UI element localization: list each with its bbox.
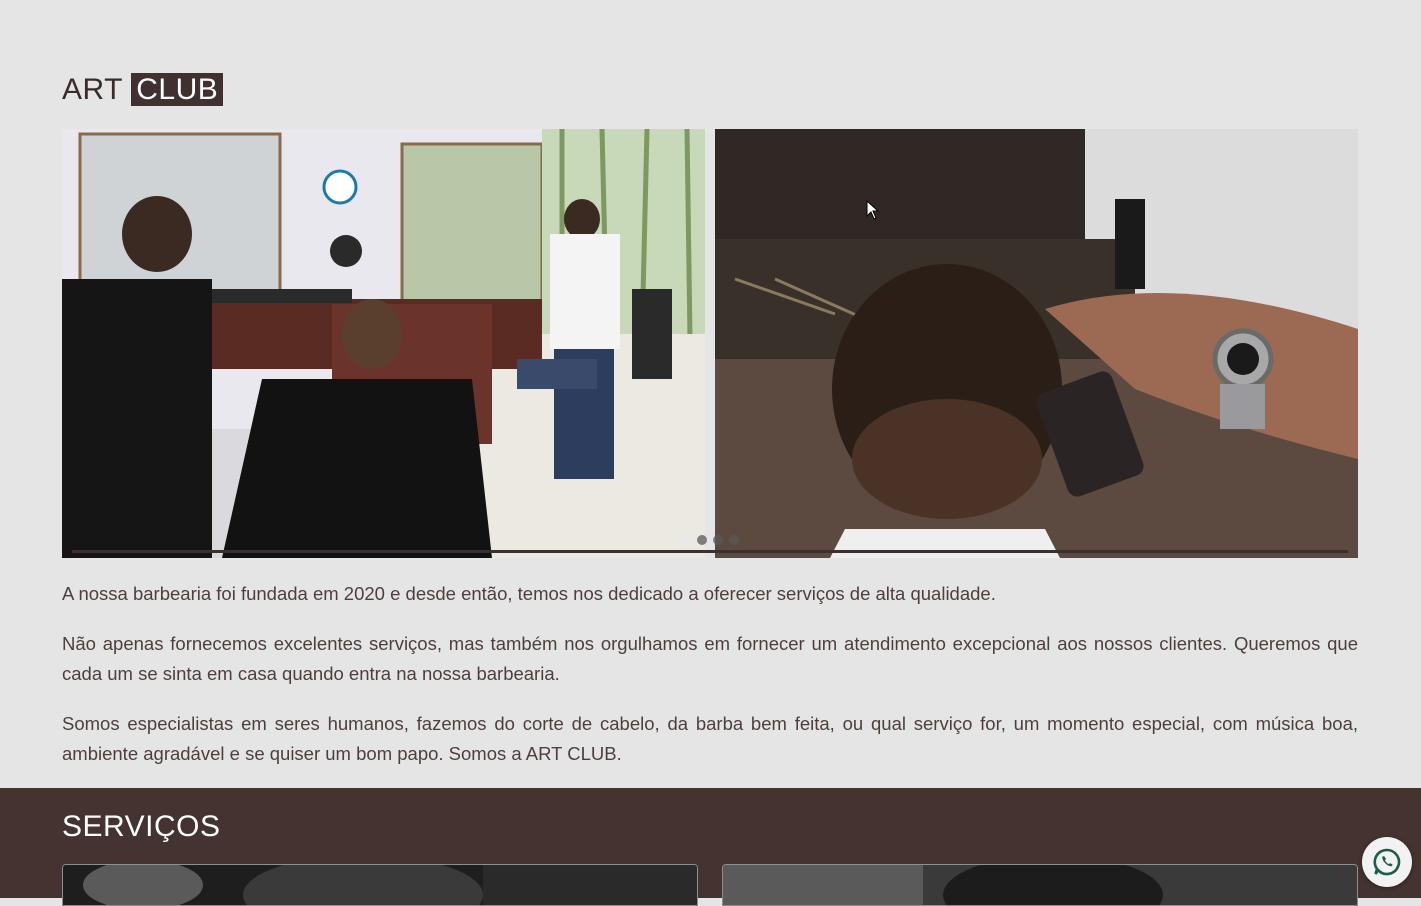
services-section: SERVIÇOS — [0, 788, 1421, 906]
about-section: ART CLUB A nossa barbearia foi fundada e… — [0, 0, 1421, 788]
mouse-cursor-icon — [866, 200, 880, 220]
service-card-photo — [723, 865, 1357, 905]
barbershop-interior-photo — [62, 129, 705, 558]
about-paragraph-2: Não apenas fornecemos excelentes serviço… — [62, 633, 1358, 684]
carousel-slide-haircut[interactable] — [715, 129, 1358, 558]
about-paragraph-3: Somos especialistas em seres humanos, fa… — [62, 713, 1358, 764]
carousel-dot[interactable] — [713, 535, 723, 545]
title-main: ART — [62, 73, 123, 106]
carousel-dot[interactable] — [729, 535, 739, 545]
carousel-progress-fill — [72, 550, 1348, 553]
services-title: SERVIÇOS — [62, 810, 221, 843]
service-card-photo — [63, 865, 697, 905]
about-paragraph-1: A nossa barbearia foi fundada em 2020 e … — [62, 583, 996, 604]
whatsapp-button[interactable] — [1362, 837, 1412, 887]
service-card[interactable] — [722, 864, 1358, 906]
photo-carousel[interactable] — [62, 129, 1358, 558]
haircut-closeup-photo — [715, 129, 1358, 558]
carousel-dot[interactable] — [697, 535, 707, 545]
whatsapp-icon — [1373, 848, 1401, 876]
carousel-progress-track — [72, 550, 1348, 553]
carousel-slide-barbershop[interactable] — [62, 129, 705, 558]
carousel-dots — [681, 535, 739, 545]
carousel-dot[interactable] — [681, 535, 691, 545]
page-title: ART CLUB — [62, 72, 224, 108]
service-card[interactable] — [62, 864, 698, 906]
title-highlight: CLUB — [131, 73, 224, 106]
